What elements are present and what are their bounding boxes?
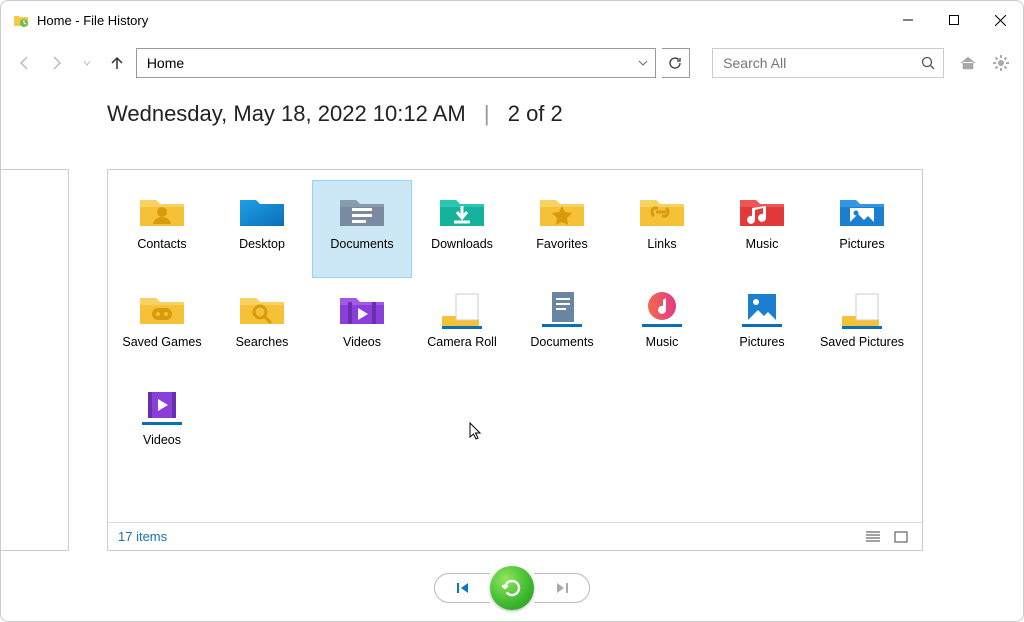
recent-split-button[interactable]	[74, 49, 99, 77]
item-label: Contacts	[137, 237, 186, 253]
content-frame: Contacts Desktop Documents Downloads Favorit…	[107, 169, 923, 551]
item-label: Camera Roll	[427, 335, 496, 351]
heading-row: Wednesday, May 18, 2022 10:12 AM | 2 of …	[1, 87, 1023, 137]
library-file-icon	[434, 285, 490, 331]
item-label: Desktop	[239, 237, 285, 253]
item-label: Documents	[330, 237, 393, 253]
snapshot-datetime: Wednesday, May 18, 2022 10:12 AM	[107, 101, 466, 126]
back-button[interactable]	[13, 49, 38, 77]
icons-view-button[interactable]	[890, 527, 912, 547]
snapshot-position: 2 of 2	[508, 101, 563, 126]
search-input[interactable]	[723, 55, 921, 71]
settings-icon[interactable]	[992, 52, 1011, 74]
address-bar[interactable]	[136, 48, 656, 78]
item-saved-games-8[interactable]: Saved Games	[112, 278, 212, 376]
library-doc-icon	[534, 285, 590, 331]
search-box[interactable]	[712, 48, 944, 78]
library-pic-icon	[734, 285, 790, 331]
library-music-icon	[634, 285, 690, 331]
item-label: Pictures	[839, 237, 884, 253]
desktop-icon	[234, 187, 290, 233]
item-camera-roll-11[interactable]: Camera Roll	[412, 278, 512, 376]
address-input[interactable]	[137, 55, 631, 71]
item-desktop-1[interactable]: Desktop	[212, 180, 312, 278]
window-title: Home - File History	[37, 13, 148, 28]
downloads-icon	[434, 187, 490, 233]
details-view-button[interactable]	[862, 527, 884, 547]
forward-button[interactable]	[44, 49, 69, 77]
item-label: Videos	[343, 335, 381, 351]
item-saved-pictures-15[interactable]: Saved Pictures	[812, 278, 912, 376]
bottom-controls	[1, 563, 1023, 613]
item-music-6[interactable]: Music	[712, 180, 812, 278]
title-bar: Home - File History	[1, 1, 1023, 39]
items-area[interactable]: Contacts Desktop Documents Downloads Favorit…	[108, 170, 922, 522]
item-downloads-3[interactable]: Downloads	[412, 180, 512, 278]
item-label: Favorites	[536, 237, 587, 253]
restore-button[interactable]	[490, 566, 534, 610]
item-label: Downloads	[431, 237, 493, 253]
refresh-button[interactable]	[662, 48, 690, 78]
saved-games-icon	[134, 285, 190, 331]
item-music-13[interactable]: Music	[612, 278, 712, 376]
item-pictures-7[interactable]: Pictures	[812, 180, 912, 278]
status-bar: 17 items	[108, 522, 922, 550]
heading-separator: |	[472, 101, 502, 126]
library-file-icon	[834, 285, 890, 331]
item-documents-12[interactable]: Documents	[512, 278, 612, 376]
search-icon	[921, 56, 935, 70]
item-pictures-14[interactable]: Pictures	[712, 278, 812, 376]
pictures-folder-icon	[834, 187, 890, 233]
item-searches-9[interactable]: Searches	[212, 278, 312, 376]
item-contacts-0[interactable]: Contacts	[112, 180, 212, 278]
minimize-button[interactable]	[885, 1, 931, 39]
searches-icon	[234, 285, 290, 331]
item-favorites-4[interactable]: Favorites	[512, 180, 612, 278]
item-documents-2[interactable]: Documents	[312, 180, 412, 278]
up-button[interactable]	[105, 49, 130, 77]
videos-folder-icon	[334, 285, 390, 331]
home-icon[interactable]	[958, 52, 977, 74]
item-label: Videos	[143, 433, 181, 449]
item-label: Saved Pictures	[820, 335, 904, 351]
item-label: Links	[647, 237, 676, 253]
item-label: Saved Games	[122, 335, 201, 351]
contacts-icon	[134, 187, 190, 233]
address-dropdown[interactable]	[631, 58, 655, 68]
item-label: Music	[646, 335, 679, 351]
maximize-button[interactable]	[931, 1, 977, 39]
docs-folder-icon	[334, 187, 390, 233]
item-videos-10[interactable]: Videos	[312, 278, 412, 376]
item-links-5[interactable]: Links	[612, 180, 712, 278]
toolbar	[1, 39, 1023, 87]
favorites-icon	[534, 187, 590, 233]
item-label: Pictures	[739, 335, 784, 351]
next-version-button[interactable]	[534, 573, 590, 603]
item-label: Music	[746, 237, 779, 253]
links-icon	[634, 187, 690, 233]
item-count: 17 items	[118, 529, 167, 544]
item-label: Searches	[236, 335, 289, 351]
library-video-icon	[134, 383, 190, 429]
close-button[interactable]	[977, 1, 1023, 39]
previous-version-button[interactable]	[434, 573, 490, 603]
item-videos-16[interactable]: Videos	[112, 376, 212, 474]
side-pane	[1, 169, 69, 551]
app-icon	[13, 12, 29, 28]
item-label: Documents	[530, 335, 593, 351]
music-folder-icon	[734, 187, 790, 233]
